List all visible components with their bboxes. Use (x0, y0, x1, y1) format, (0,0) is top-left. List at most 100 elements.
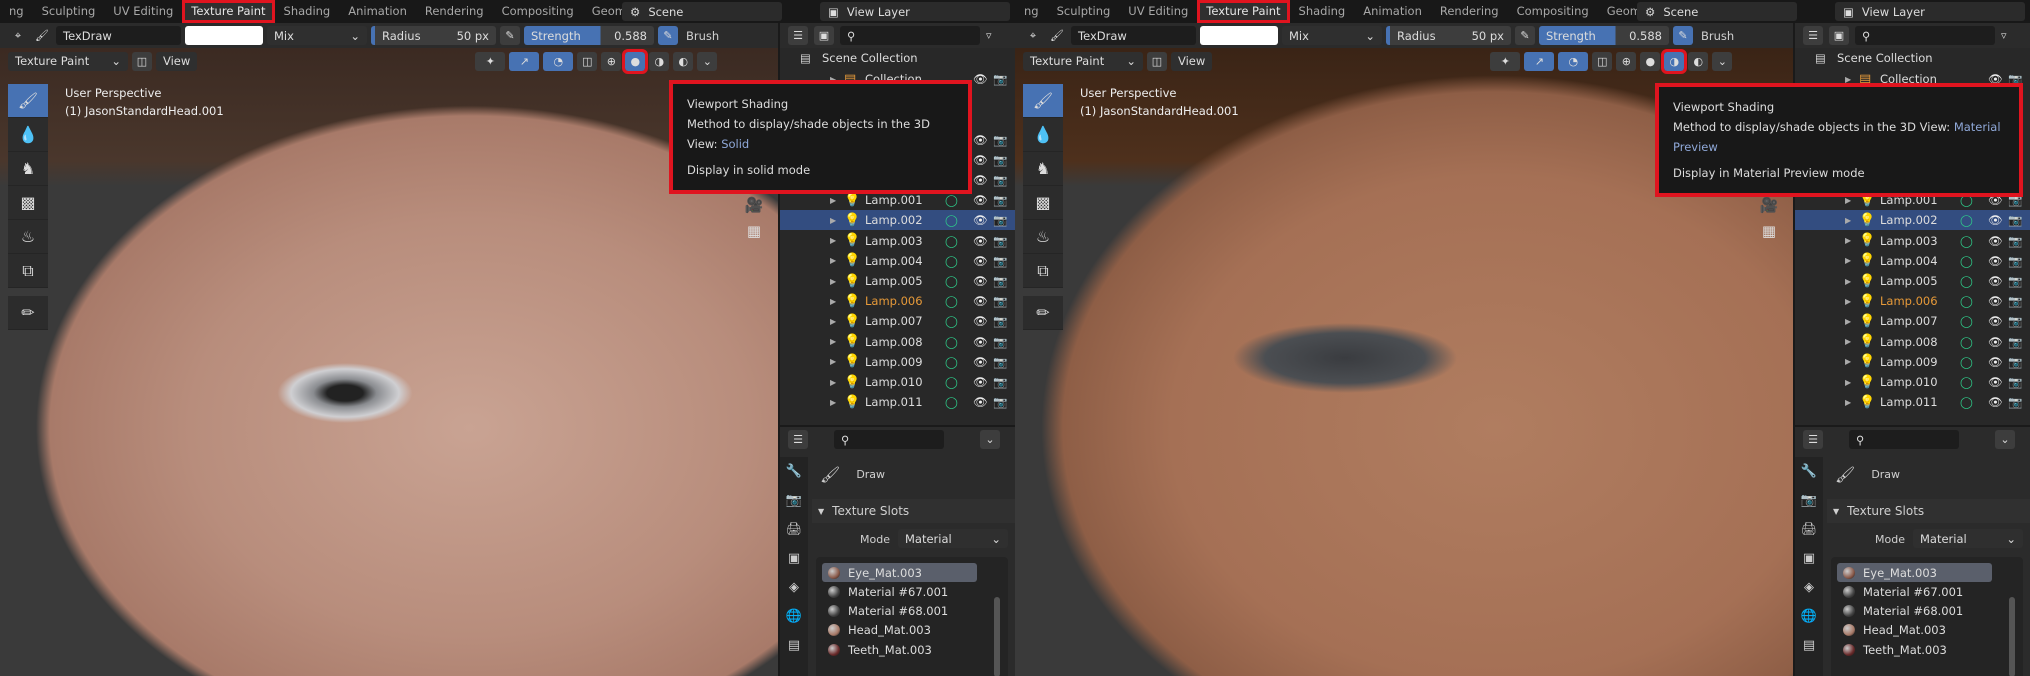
outliner-row[interactable]: ▶ 💡 Lamp.008 ◯ 👁 📷 (1795, 332, 2030, 352)
expand-arrow-icon[interactable]: ▶ (1845, 256, 1851, 265)
render-camera-icon[interactable]: 📷 (2008, 335, 2022, 349)
properties-search-input[interactable]: ⚲ (1849, 430, 1959, 449)
clone-stamp-icon[interactable]: ▩ (1023, 186, 1063, 220)
texture-mode-select[interactable]: Material ⌄ (1913, 529, 2023, 548)
visibility-eye-icon[interactable]: 👁 (973, 193, 988, 207)
tab-shading[interactable]: Shading (1290, 0, 1355, 23)
light-data-icon[interactable]: ◯ (1960, 314, 1973, 328)
draw-brush-icon[interactable]: 🖌 (8, 84, 48, 118)
light-data-icon[interactable]: ◯ (1960, 213, 1973, 227)
expand-arrow-icon[interactable]: ▶ (1845, 277, 1851, 286)
expand-arrow-icon[interactable]: ▶ (830, 317, 836, 326)
visibility-eye-icon[interactable]: 👁 (1988, 254, 2003, 268)
tab-sculpting[interactable]: Sculpting (33, 0, 105, 23)
texture-slots-panel-header[interactable]: ▼ Texture Slots (812, 499, 1015, 523)
visibility-eye-icon[interactable]: 👁 (1988, 234, 2003, 248)
scene-tab-icon[interactable]: ◈ (1795, 573, 1823, 602)
tab-shading[interactable]: Shading (275, 0, 340, 23)
material-slot[interactable]: Material #67.001 (822, 582, 977, 601)
editor-type-icon[interactable]: ☰ (788, 430, 808, 449)
tab-compositing[interactable]: Compositing (493, 0, 583, 23)
mirror-icon[interactable]: ↗ (1524, 51, 1555, 71)
material-slot[interactable]: Eye_Mat.003 (1837, 563, 1992, 582)
expand-arrow-icon[interactable]: ▶ (830, 277, 836, 286)
xray-icon[interactable]: ◫ (577, 51, 598, 71)
strength-pressure-icon[interactable]: ✎ (658, 26, 678, 45)
strength-slider[interactable]: Strength 0.588 (1539, 26, 1669, 45)
render-camera-icon[interactable]: 📷 (2008, 234, 2022, 248)
material-preview-shading-icon[interactable]: ◑ (649, 51, 670, 71)
tab-animation[interactable]: Animation (339, 0, 416, 23)
scene-collection-row[interactable]: ▤ Scene Collection (1795, 48, 2030, 68)
tab-texture-paint[interactable]: Texture Paint (182, 0, 275, 23)
tool-tab-icon[interactable]: 🔧 (780, 457, 808, 486)
expand-arrow-icon[interactable]: ▶ (1845, 357, 1851, 366)
render-camera-icon[interactable]: 📷 (993, 72, 1007, 86)
expand-arrow-icon[interactable]: ▶ (1845, 196, 1851, 205)
3d-viewport[interactable] (0, 48, 778, 676)
render-camera-icon[interactable]: 📷 (993, 294, 1007, 308)
overlay-icon[interactable]: ◔ (543, 51, 574, 71)
outliner-row[interactable]: ▶ 💡 Lamp.007 ◯ 👁 📷 (780, 311, 1015, 331)
tab-animation[interactable]: Animation (1354, 0, 1431, 23)
outliner-row[interactable]: ▶ 💡 Lamp.007 ◯ 👁 📷 (1795, 311, 2030, 331)
render-camera-icon[interactable]: 📷 (993, 335, 1007, 349)
solid-shading-icon[interactable]: ● (1640, 51, 1661, 71)
tab-ng[interactable]: ng (1015, 0, 1048, 23)
tab-rendering[interactable]: Rendering (1431, 0, 1508, 23)
light-data-icon[interactable]: ◯ (945, 294, 958, 308)
outliner-row[interactable]: ▶ 💡 Lamp.004 ◯ 👁 📷 (780, 251, 1015, 271)
tab-rendering[interactable]: Rendering (416, 0, 493, 23)
light-data-icon[interactable]: ◯ (945, 314, 958, 328)
radius-pressure-icon[interactable]: ✎ (500, 26, 520, 45)
material-slot[interactable]: Teeth_Mat.003 (1837, 640, 1992, 659)
outliner-row[interactable]: ▶ 💡 Lamp.005 ◯ 👁 📷 (1795, 271, 2030, 291)
strength-pressure-icon[interactable]: ✎ (1673, 26, 1693, 45)
render-camera-icon[interactable]: 📷 (993, 213, 1007, 227)
visibility-eye-icon[interactable]: 👁 (973, 375, 988, 389)
visibility-eye-icon[interactable]: 👁 (973, 335, 988, 349)
color-swatch[interactable] (1200, 26, 1278, 45)
expand-arrow-icon[interactable]: ▶ (830, 297, 836, 306)
outliner-row[interactable]: ▶ 💡 Lamp.011 ◯ 👁 📷 (1795, 392, 2030, 412)
tab-uv-editing[interactable]: UV Editing (1119, 0, 1197, 23)
brush-name-field[interactable]: TexDraw (56, 26, 181, 45)
soften-icon[interactable]: 💧 (8, 118, 48, 152)
visibility-eye-icon[interactable]: 👁 (1988, 395, 2003, 409)
expand-arrow-icon[interactable]: ▶ (1845, 317, 1851, 326)
visibility-eye-icon[interactable]: 👁 (973, 355, 988, 369)
view-layer-filter-icon[interactable]: ▣ (814, 26, 834, 45)
blend-mode-select[interactable]: Mix ⌄ (1282, 26, 1382, 45)
light-data-icon[interactable]: ◯ (1960, 355, 1973, 369)
fill-icon[interactable]: ♨ (1023, 220, 1063, 254)
render-camera-icon[interactable]: 📷 (2008, 375, 2022, 389)
properties-options-icon[interactable]: ⌄ (1995, 430, 2015, 449)
view-menu[interactable]: View (1171, 51, 1213, 71)
outliner-row[interactable]: ▶ 💡 Lamp.004 ◯ 👁 📷 (1795, 251, 2030, 271)
light-data-icon[interactable]: ◯ (1960, 274, 1973, 288)
render-camera-icon[interactable]: 📷 (993, 234, 1007, 248)
shading-options-icon[interactable]: ⌄ (1712, 51, 1733, 71)
texture-mode-select[interactable]: Material ⌄ (898, 529, 1008, 548)
render-camera-icon[interactable]: 📷 (993, 193, 1007, 207)
camera-view-icon[interactable]: 🎥 (742, 192, 766, 218)
material-slot[interactable]: Head_Mat.003 (822, 621, 977, 640)
transform-icon[interactable]: ⌖ (8, 26, 28, 45)
visibility-eye-icon[interactable]: 👁 (973, 294, 988, 308)
visibility-eye-icon[interactable]: 👁 (973, 153, 988, 167)
light-data-icon[interactable]: ◯ (1960, 335, 1973, 349)
light-data-icon[interactable]: ◯ (1960, 375, 1973, 389)
render-tab-icon[interactable]: 📷 (1795, 486, 1823, 515)
visibility-eye-icon[interactable]: 👁 (1988, 294, 2003, 308)
scene-selector[interactable]: ⚙ Scene (622, 2, 782, 21)
rendered-shading-icon[interactable]: ◐ (673, 51, 694, 71)
light-data-icon[interactable]: ◯ (945, 254, 958, 268)
solid-shading-icon[interactable]: ● (622, 48, 649, 74)
visibility-eye-icon[interactable]: 👁 (973, 395, 988, 409)
render-camera-icon[interactable]: 📷 (2008, 274, 2022, 288)
annotate-icon[interactable]: ✏ (8, 296, 48, 330)
expand-arrow-icon[interactable]: ▶ (830, 236, 836, 245)
texture-slot-icon[interactable]: ◫ (1147, 51, 1167, 71)
wireframe-shading-icon[interactable]: ⊕ (601, 51, 622, 71)
render-camera-icon[interactable]: 📷 (993, 153, 1007, 167)
